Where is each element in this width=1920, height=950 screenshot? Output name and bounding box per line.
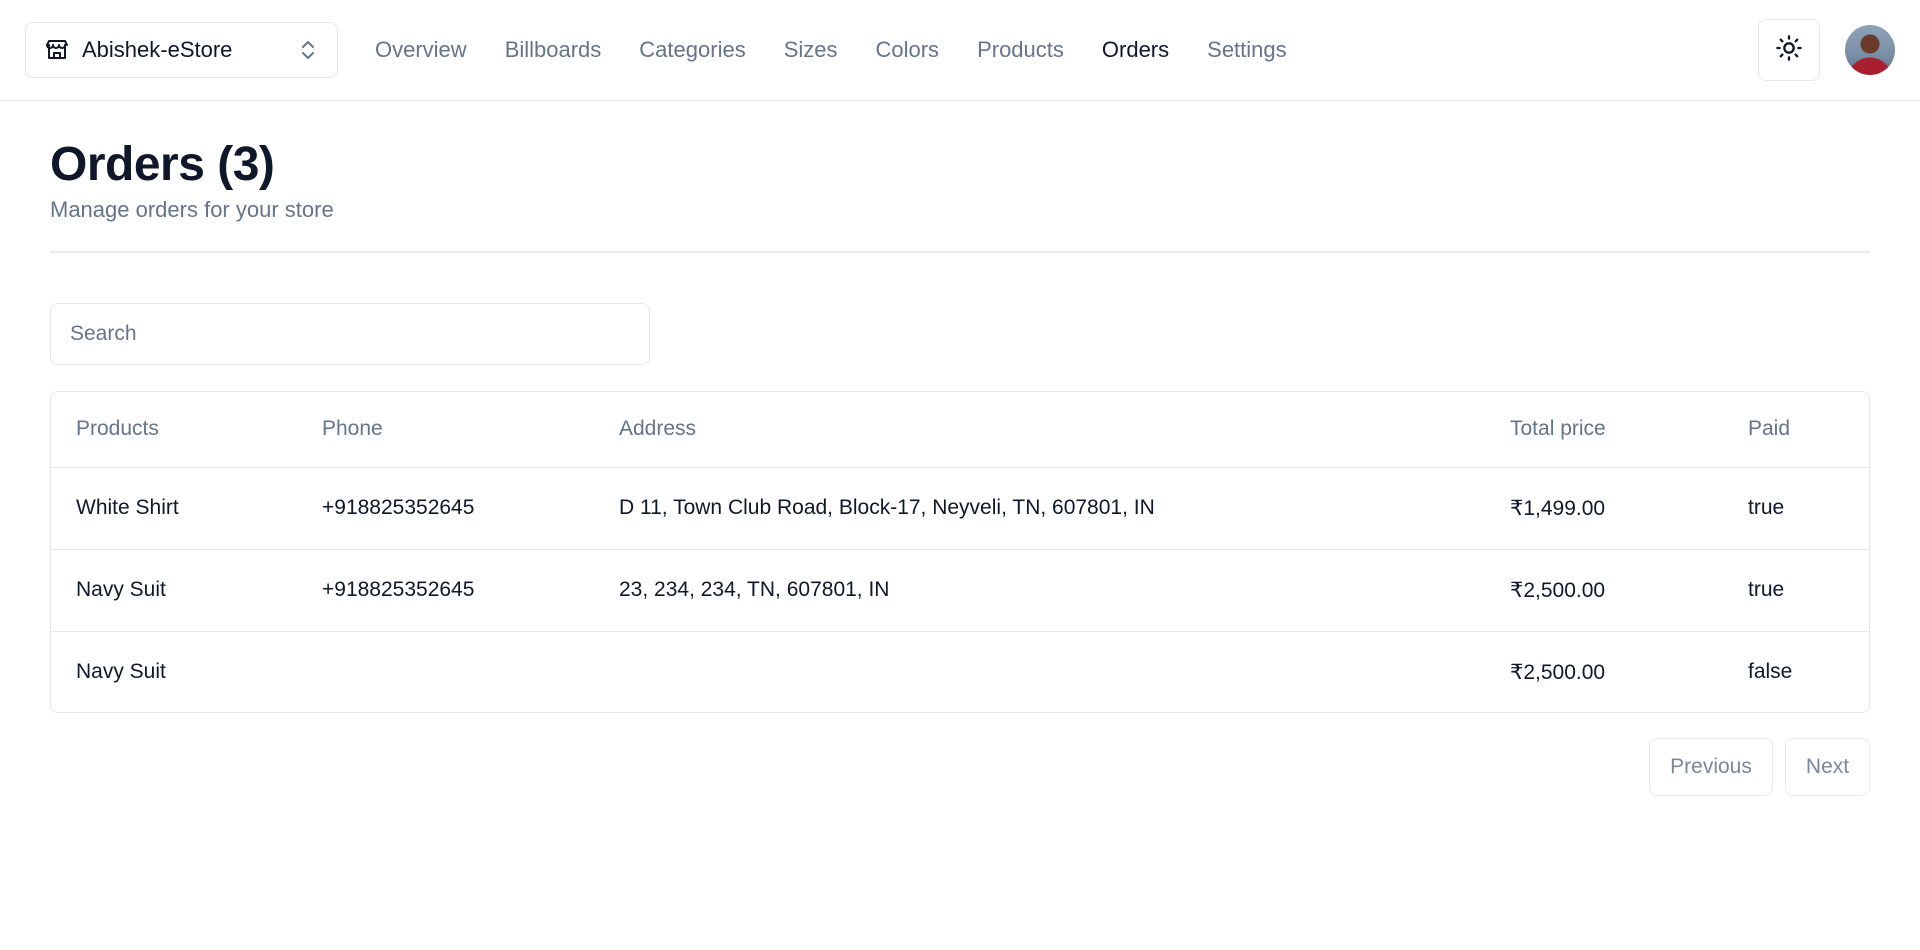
page-heading: Orders (3) Manage orders for your store <box>50 135 334 223</box>
table-header-row: Products Phone Address Total price Paid <box>51 392 1869 468</box>
cell-phone <box>297 631 594 712</box>
column-header-products[interactable]: Products <box>51 392 297 468</box>
previous-page-button[interactable]: Previous <box>1649 738 1773 796</box>
store-switcher[interactable]: Abishek-eStore <box>25 22 338 78</box>
chevrons-up-down-icon <box>297 37 319 63</box>
nav-link-settings[interactable]: Settings <box>1207 37 1287 63</box>
nav-link-colors[interactable]: Colors <box>875 37 939 63</box>
table-row[interactable]: Navy Suit +918825352645 23, 234, 234, TN… <box>51 549 1869 632</box>
cell-paid: true <box>1723 467 1869 550</box>
cell-total-price: ₹2,500.00 <box>1485 549 1723 632</box>
page-subtitle: Manage orders for your store <box>50 197 334 222</box>
next-page-button[interactable]: Next <box>1785 738 1870 796</box>
navbar: Abishek-eStore Overview Billboards Categ… <box>0 0 1920 101</box>
nav-link-products[interactable]: Products <box>977 37 1064 63</box>
page-title: Orders (3) <box>50 138 275 191</box>
cell-products: Navy Suit <box>51 549 297 632</box>
cell-paid: false <box>1748 660 1793 684</box>
table-row[interactable]: White Shirt +918825352645 D 11, Town Clu… <box>51 467 1869 550</box>
nav-link-sizes[interactable]: Sizes <box>784 37 838 63</box>
main-nav: Overview Billboards Categories Sizes Col… <box>375 0 1325 100</box>
cell-total-price: ₹2,500.00 <box>1510 660 1606 684</box>
cell-address: D 11, Town Club Road, Block-17, Neyveli,… <box>594 467 1485 550</box>
column-header-phone[interactable]: Phone <box>297 392 594 468</box>
column-header-address[interactable]: Address <box>594 392 1485 468</box>
column-header-total-price[interactable]: Total price <box>1485 392 1723 468</box>
table-row[interactable]: Navy Suit ₹2,500.00 false <box>51 631 1869 712</box>
separator <box>50 251 1870 253</box>
search-input[interactable] <box>50 303 650 365</box>
sun-icon <box>1775 34 1803 67</box>
cell-paid: true <box>1723 549 1869 632</box>
cell-phone: +918825352645 <box>297 549 594 632</box>
cell-phone: +918825352645 <box>297 467 594 550</box>
cell-total-price: ₹1,499.00 <box>1485 467 1723 550</box>
cell-products: Navy Suit <box>76 660 166 684</box>
theme-toggle-button[interactable] <box>1758 19 1820 81</box>
cell-address <box>594 631 1485 712</box>
column-header-paid[interactable]: Paid <box>1723 392 1869 468</box>
cell-address: 23, 234, 234, TN, 607801, IN <box>594 549 1485 632</box>
nav-link-orders[interactable]: Orders <box>1102 37 1169 63</box>
store-icon <box>44 37 70 63</box>
nav-link-overview[interactable]: Overview <box>375 37 467 63</box>
nav-link-categories[interactable]: Categories <box>639 37 745 63</box>
nav-link-billboards[interactable]: Billboards <box>505 37 602 63</box>
store-name: Abishek-eStore <box>82 37 233 62</box>
cell-products: White Shirt <box>51 467 297 550</box>
orders-table: Products Phone Address Total price Paid … <box>50 391 1870 713</box>
user-avatar[interactable] <box>1845 25 1895 75</box>
